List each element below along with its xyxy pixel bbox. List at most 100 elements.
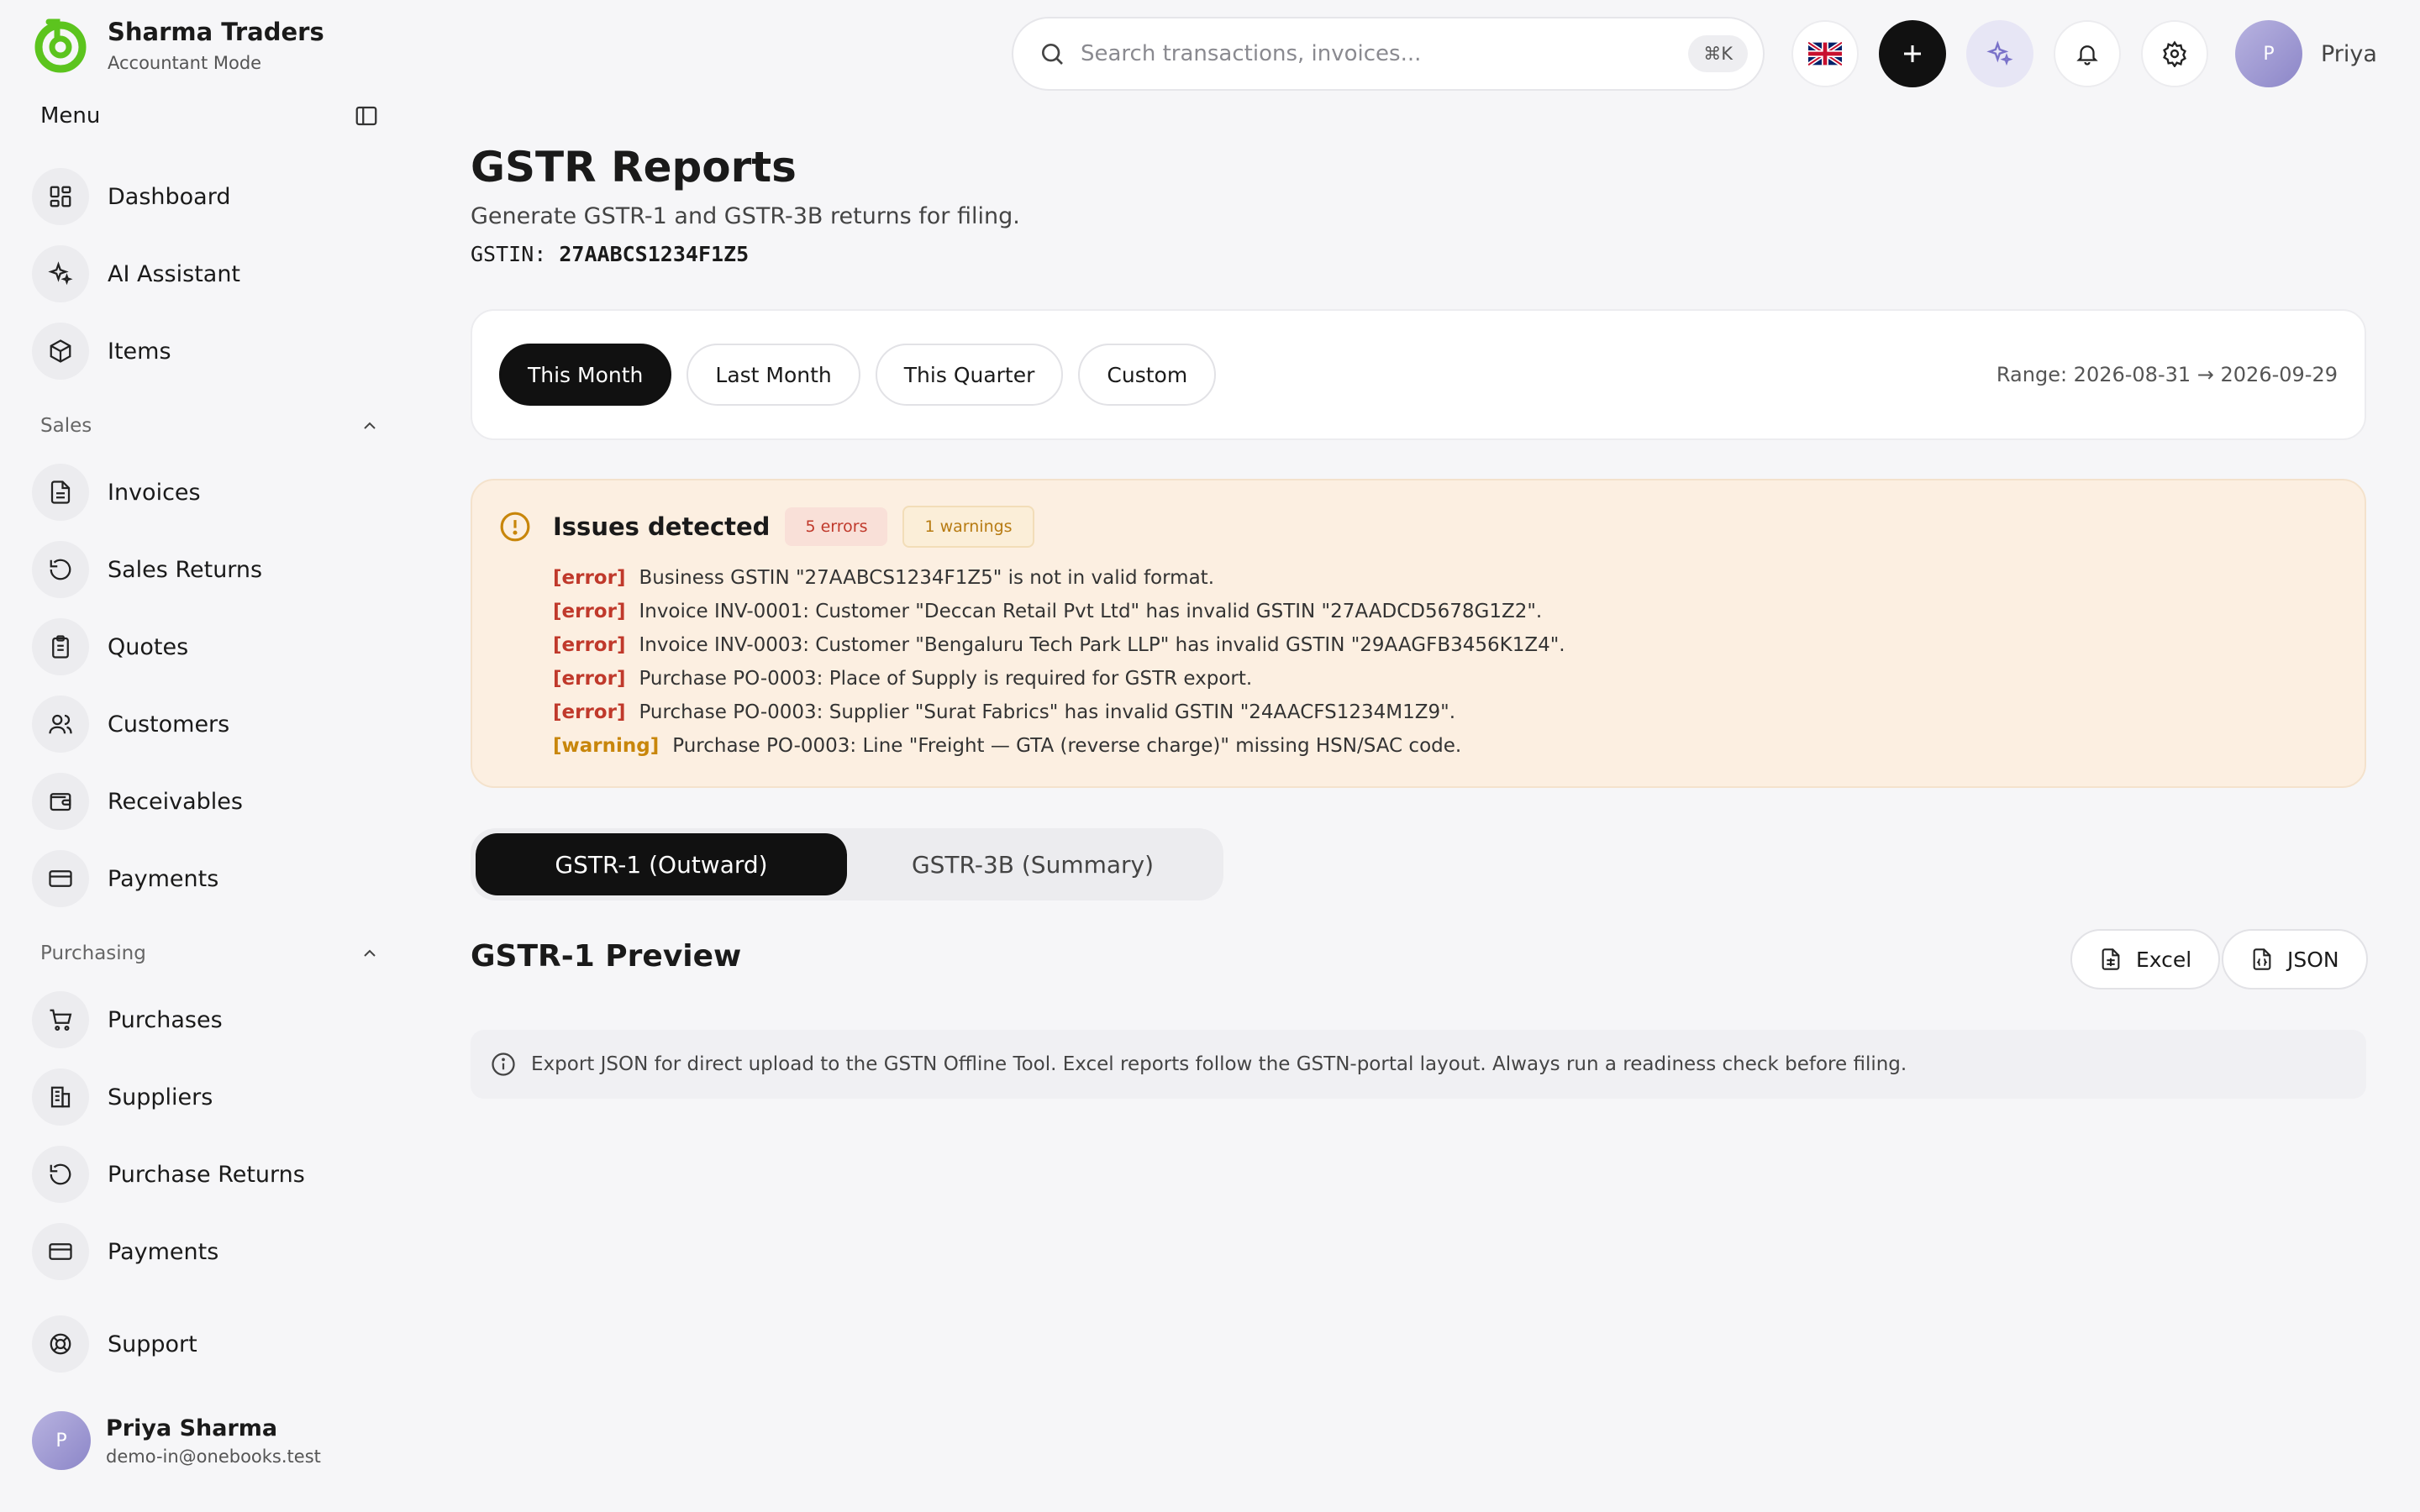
issues-title: Issues detected — [553, 512, 771, 541]
sidebar-item-label: Support — [108, 1331, 197, 1357]
preview-title: GSTR-1 Preview — [471, 939, 742, 974]
gstin-label: GSTIN: — [471, 242, 547, 266]
issue-item: [warning] Purchase PO-0003: Line "Freight… — [553, 729, 2338, 763]
brand-name: Sharma Traders — [108, 18, 324, 46]
lifebuoy-icon — [32, 1315, 89, 1373]
issue-text: Purchase PO-0003: Place of Supply is req… — [639, 668, 1253, 690]
export-excel-button[interactable]: Excel — [2070, 929, 2221, 990]
sidebar-item-label: Items — [108, 338, 171, 365]
sidebar-item-quotes[interactable]: Quotes — [32, 617, 385, 677]
export-json-button[interactable]: JSON — [2222, 929, 2368, 990]
info-bar: Export JSON for direct upload to the GST… — [471, 1030, 2366, 1099]
sidebar-item-payments[interactable]: Payments — [32, 848, 385, 909]
user-email: demo-in@onebooks.test — [106, 1446, 321, 1467]
sidebar-item-purchase-returns[interactable]: Purchase Returns — [32, 1144, 385, 1205]
user-profile-card[interactable]: P Priya Sharma demo-in@onebooks.test — [32, 1411, 321, 1470]
cart-icon — [32, 991, 89, 1048]
sidebar-item-purchases[interactable]: Purchases — [32, 990, 385, 1050]
issue-item: [error] Business GSTIN "27AABCS1234F1Z5" … — [553, 561, 2338, 595]
sidebar-item-label: Receivables — [108, 788, 243, 815]
menu-header: Menu — [40, 102, 380, 129]
dashboard-icon — [32, 168, 89, 225]
sales-section-header[interactable]: Sales — [40, 415, 380, 437]
export-excel-label: Excel — [2136, 947, 2192, 972]
sidebar-item-label: AI Assistant — [108, 260, 241, 287]
issue-type: [error] — [553, 634, 626, 656]
sidebar-item-label: Purchases — [108, 1006, 223, 1033]
users-icon — [32, 696, 89, 753]
page-title: GSTR Reports — [471, 143, 797, 192]
tab-gstr3b[interactable]: GSTR-3B (Summary) — [847, 833, 1218, 895]
card-icon — [32, 1223, 89, 1280]
issue-text: Business GSTIN "27AABCS1234F1Z5" is not … — [639, 567, 1215, 589]
issue-item: [error] Purchase PO-0003: Place of Supply… — [553, 662, 2338, 696]
uk-flag-icon — [1808, 42, 1842, 66]
sidebar-item-items[interactable]: Items — [32, 321, 385, 381]
search-bar[interactable]: ⌘K — [1012, 17, 1765, 91]
sidebar-toggle-icon[interactable] — [353, 102, 380, 129]
date-range-card: This Month Last Month This Quarter Custo… — [471, 309, 2366, 440]
export-json-label: JSON — [2287, 947, 2339, 972]
sales-section-label: Sales — [40, 415, 92, 437]
sidebar-item-dashboard[interactable]: Dashboard — [32, 166, 385, 227]
issue-text: Purchase PO-0003: Line "Freight — GTA (r… — [672, 735, 1462, 757]
notifications-button[interactable] — [2054, 20, 2121, 87]
brand[interactable]: Sharma Traders Accountant Mode — [32, 17, 324, 74]
menu-title: Menu — [40, 103, 101, 129]
search-shortcut-badge: ⌘K — [1688, 35, 1748, 72]
sidebar-item-customers[interactable]: Customers — [32, 694, 385, 754]
sidebar-item-support[interactable]: Support — [32, 1314, 385, 1374]
brand-logo-icon — [34, 18, 87, 73]
issues-panel: Issues detected 5 errors 1 warnings [err… — [471, 479, 2366, 788]
settings-button[interactable] — [2141, 20, 2208, 87]
range-last-month[interactable]: Last Month — [687, 344, 860, 406]
user-name: Priya Sharma — [106, 1415, 278, 1441]
return-icon — [32, 541, 89, 598]
issue-type: [error] — [553, 601, 626, 622]
sidebar-item-label: Suppliers — [108, 1084, 213, 1110]
issue-text: Purchase PO-0003: Supplier "Surat Fabric… — [639, 701, 1456, 723]
bell-icon — [2076, 45, 2098, 66]
report-tabs: GSTR-1 (Outward) GSTR-3B (Summary) — [471, 828, 1223, 900]
issue-item: [error] Invoice INV-0003: Customer "Benga… — [553, 628, 2338, 662]
sidebar-item-label: Quotes — [108, 633, 189, 660]
range-this-quarter[interactable]: This Quarter — [875, 344, 1064, 406]
sidebar-item-label: Purchase Returns — [108, 1161, 305, 1188]
top-user-menu[interactable]: P Priya — [2235, 20, 2377, 87]
card-icon — [32, 850, 89, 907]
top-user-name: Priya — [2321, 40, 2377, 67]
clipboard-icon — [32, 618, 89, 675]
building-icon — [32, 1068, 89, 1126]
create-new-button[interactable] — [1879, 20, 1946, 87]
plus-icon — [1904, 45, 1921, 62]
sidebar-item-invoices[interactable]: Invoices — [32, 462, 385, 522]
sidebar-item-label: Dashboard — [108, 183, 231, 210]
purchasing-section-label: Purchasing — [40, 942, 146, 964]
sidebar-item-suppliers[interactable]: Suppliers — [32, 1067, 385, 1127]
sidebar-item-label: Payments — [108, 865, 219, 892]
sidebar-item-purchase-payments[interactable]: Payments — [32, 1221, 385, 1282]
return-icon — [32, 1146, 89, 1203]
language-button[interactable] — [1791, 20, 1859, 87]
issue-item: [error] Invoice INV-0001: Customer "Decca… — [553, 595, 2338, 628]
sidebar-item-ai-assistant[interactable]: AI Assistant — [32, 244, 385, 304]
tab-gstr1[interactable]: GSTR-1 (Outward) — [476, 833, 847, 895]
sidebar: Sharma Traders Accountant Mode Menu Dash… — [0, 0, 403, 1512]
warnings-badge: 1 warnings — [902, 506, 1034, 548]
range-custom[interactable]: Custom — [1078, 344, 1217, 406]
issue-list: [error] Business GSTIN "27AABCS1234F1Z5" … — [553, 561, 2338, 763]
sidebar-item-sales-returns[interactable]: Sales Returns — [32, 539, 385, 600]
sidebar-item-receivables[interactable]: Receivables — [32, 771, 385, 832]
gstin-line: GSTIN: 27AABCS1234F1Z5 — [471, 242, 749, 266]
purchasing-section-header[interactable]: Purchasing — [40, 942, 380, 964]
issue-type: [error] — [553, 567, 626, 589]
sidebar-item-label: Invoices — [108, 479, 201, 506]
sparkles-icon — [1986, 40, 2013, 66]
wallet-icon — [32, 773, 89, 830]
ai-assistant-button[interactable] — [1966, 20, 2033, 87]
range-this-month[interactable]: This Month — [499, 344, 672, 406]
search-input[interactable] — [1081, 41, 1689, 66]
alert-circle-icon — [500, 512, 530, 542]
issue-type: [error] — [553, 668, 626, 690]
issue-text: Invoice INV-0001: Customer "Deccan Retai… — [639, 601, 1543, 622]
